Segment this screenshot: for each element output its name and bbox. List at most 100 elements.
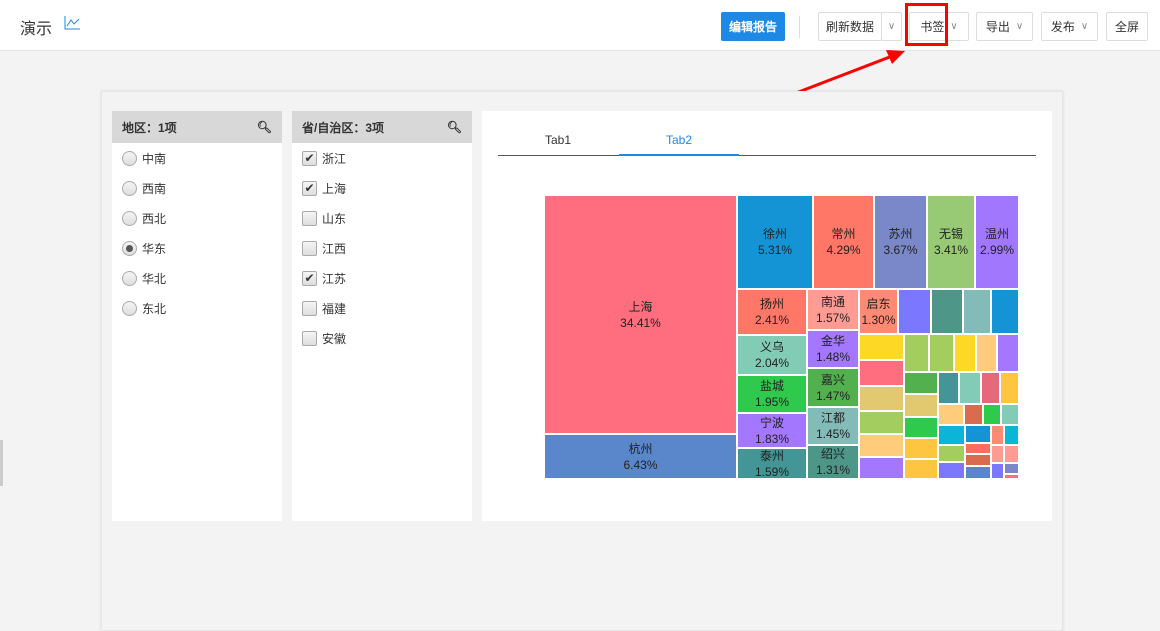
export-button[interactable]: 导出 ∨	[976, 12, 1033, 41]
treemap-cell-small[interactable]	[954, 334, 976, 372]
tab-1[interactable]: Tab1	[498, 133, 618, 156]
treemap-cell-small[interactable]	[938, 372, 959, 404]
treemap-cell[interactable]: 杭州 6.43%	[544, 434, 737, 479]
treemap-cell[interactable]: 泰州 1.59%	[737, 448, 807, 479]
province-option[interactable]: 山东	[292, 203, 472, 233]
treemap-cell[interactable]: 金华 1.48%	[807, 330, 859, 368]
treemap-cell[interactable]: 江都 1.45%	[807, 407, 859, 445]
fullscreen-button[interactable]: 全屏	[1106, 12, 1148, 41]
checkbox[interactable]: ✔	[302, 150, 317, 166]
checkbox[interactable]: ✔	[302, 180, 317, 196]
radio-button[interactable]	[122, 300, 137, 316]
treemap-cell-small[interactable]	[965, 425, 991, 443]
treemap-cell-small[interactable]	[981, 372, 1000, 404]
treemap-cell[interactable]: 扬州 2.41%	[737, 289, 807, 335]
region-option[interactable]: 中南	[112, 143, 282, 173]
cell-name: 徐州	[762, 227, 787, 241]
treemap-cell-small[interactable]	[965, 454, 991, 466]
region-option[interactable]: 华东	[112, 233, 282, 263]
treemap-cell-small[interactable]	[898, 289, 931, 334]
radio-button[interactable]	[122, 150, 137, 166]
treemap-cell[interactable]: 温州 2.99%	[975, 195, 1019, 289]
side-handle[interactable]	[0, 440, 3, 486]
radio-button[interactable]	[122, 210, 137, 226]
treemap-cell-small[interactable]	[938, 445, 965, 462]
treemap-cell[interactable]: 启东 1.30%	[859, 289, 898, 334]
radio-button[interactable]	[122, 240, 137, 256]
treemap-cell-small[interactable]	[991, 445, 1004, 463]
treemap-cell-small[interactable]	[904, 438, 938, 459]
treemap-cell[interactable]: 南通 1.57%	[807, 289, 859, 330]
checkbox[interactable]: ✔	[302, 270, 317, 286]
province-option[interactable]: 安徽	[292, 323, 472, 353]
province-option[interactable]: ✔ 浙江	[292, 143, 472, 173]
treemap-cell[interactable]: 苏州 3.67%	[874, 195, 927, 289]
treemap-cell-small[interactable]	[938, 462, 965, 479]
treemap-cell-small[interactable]	[991, 463, 1004, 479]
radio-button[interactable]	[122, 180, 137, 196]
treemap-cell-small[interactable]	[1000, 372, 1019, 404]
treemap-cell-small[interactable]	[965, 466, 991, 479]
region-option[interactable]: 西南	[112, 173, 282, 203]
search-icon[interactable]: 🔍︎	[447, 120, 462, 134]
treemap-cell-small[interactable]	[1001, 404, 1019, 425]
treemap-cell-small[interactable]	[965, 443, 991, 454]
checkbox[interactable]	[302, 240, 317, 256]
treemap-cell[interactable]: 宁波 1.83%	[737, 413, 807, 448]
treemap-cell-small[interactable]	[1004, 474, 1019, 479]
treemap-cell-small[interactable]	[859, 360, 904, 386]
treemap-cell[interactable]: 盐城 1.95%	[737, 375, 807, 413]
treemap-cell-small[interactable]	[963, 289, 991, 334]
treemap-cell-small[interactable]	[859, 457, 904, 479]
province-option[interactable]: 江西	[292, 233, 472, 263]
refresh-data-button[interactable]: 刷新数据	[818, 12, 882, 41]
treemap-cell-small[interactable]	[931, 289, 963, 334]
region-option[interactable]: 西北	[112, 203, 282, 233]
treemap-cell-small[interactable]	[859, 411, 904, 434]
checkbox[interactable]	[302, 300, 317, 316]
treemap-cell[interactable]: 绍兴 1.31%	[807, 445, 859, 479]
treemap-cell-small[interactable]	[991, 425, 1004, 445]
treemap-cell-small[interactable]	[1004, 463, 1019, 474]
treemap-cell-small[interactable]	[904, 372, 938, 394]
treemap-cell-small[interactable]	[938, 404, 964, 425]
province-option[interactable]: ✔ 江苏	[292, 263, 472, 293]
treemap-cell[interactable]: 徐州 5.31%	[737, 195, 813, 289]
treemap-cell-small[interactable]	[997, 334, 1019, 372]
treemap-cell-small[interactable]	[983, 404, 1001, 425]
treemap-cell-small[interactable]	[859, 334, 904, 360]
treemap-cell-small[interactable]	[859, 434, 904, 457]
treemap-cell[interactable]: 上海 34.41%	[544, 195, 737, 434]
cell-name: 启东	[866, 296, 891, 311]
region-option[interactable]: 东北	[112, 293, 282, 323]
treemap-cell-small[interactable]	[938, 425, 965, 445]
treemap-cell-small[interactable]	[929, 334, 954, 372]
treemap-cell[interactable]: 常州 4.29%	[813, 195, 874, 289]
line-chart-icon[interactable]	[64, 16, 81, 30]
edit-report-button[interactable]: 编辑报告	[721, 12, 785, 41]
treemap-cell-small[interactable]	[904, 459, 938, 479]
treemap-cell-small[interactable]	[904, 394, 938, 417]
search-icon[interactable]: 🔍︎	[257, 120, 272, 134]
treemap-cell-small[interactable]	[1004, 445, 1019, 463]
treemap-cell[interactable]: 无锡 3.41%	[927, 195, 975, 289]
province-option[interactable]: ✔ 上海	[292, 173, 472, 203]
treemap-cell-small[interactable]	[1004, 425, 1019, 445]
treemap-cell-small[interactable]	[859, 386, 904, 411]
radio-button[interactable]	[122, 270, 137, 286]
checkbox[interactable]	[302, 330, 317, 346]
province-option[interactable]: 福建	[292, 293, 472, 323]
treemap-cell-small[interactable]	[904, 334, 929, 372]
tab-2[interactable]: Tab2	[619, 133, 739, 156]
refresh-dropdown-button[interactable]: ∨	[881, 12, 902, 41]
treemap-cell[interactable]: 嘉兴 1.47%	[807, 368, 859, 407]
treemap-cell-small[interactable]	[964, 404, 983, 425]
region-option[interactable]: 华北	[112, 263, 282, 293]
publish-button[interactable]: 发布 ∨	[1041, 12, 1098, 41]
treemap-cell-small[interactable]	[991, 289, 1019, 334]
treemap-cell-small[interactable]	[976, 334, 997, 372]
treemap-cell[interactable]: 义乌 2.04%	[737, 335, 807, 375]
treemap-cell-small[interactable]	[904, 417, 938, 438]
treemap-cell-small[interactable]	[959, 372, 981, 404]
checkbox[interactable]	[302, 210, 317, 226]
